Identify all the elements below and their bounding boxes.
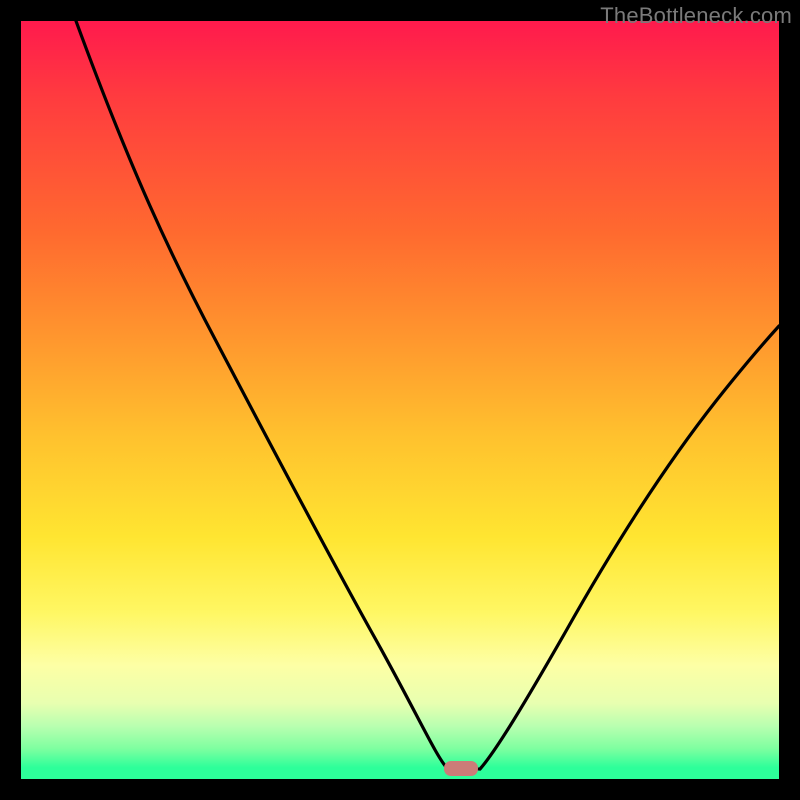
optimal-marker [444, 761, 478, 776]
bottleneck-curve [21, 21, 779, 779]
watermark-text: TheBottleneck.com [600, 3, 792, 29]
chart-frame: TheBottleneck.com [0, 0, 800, 800]
plot-area [21, 21, 779, 779]
